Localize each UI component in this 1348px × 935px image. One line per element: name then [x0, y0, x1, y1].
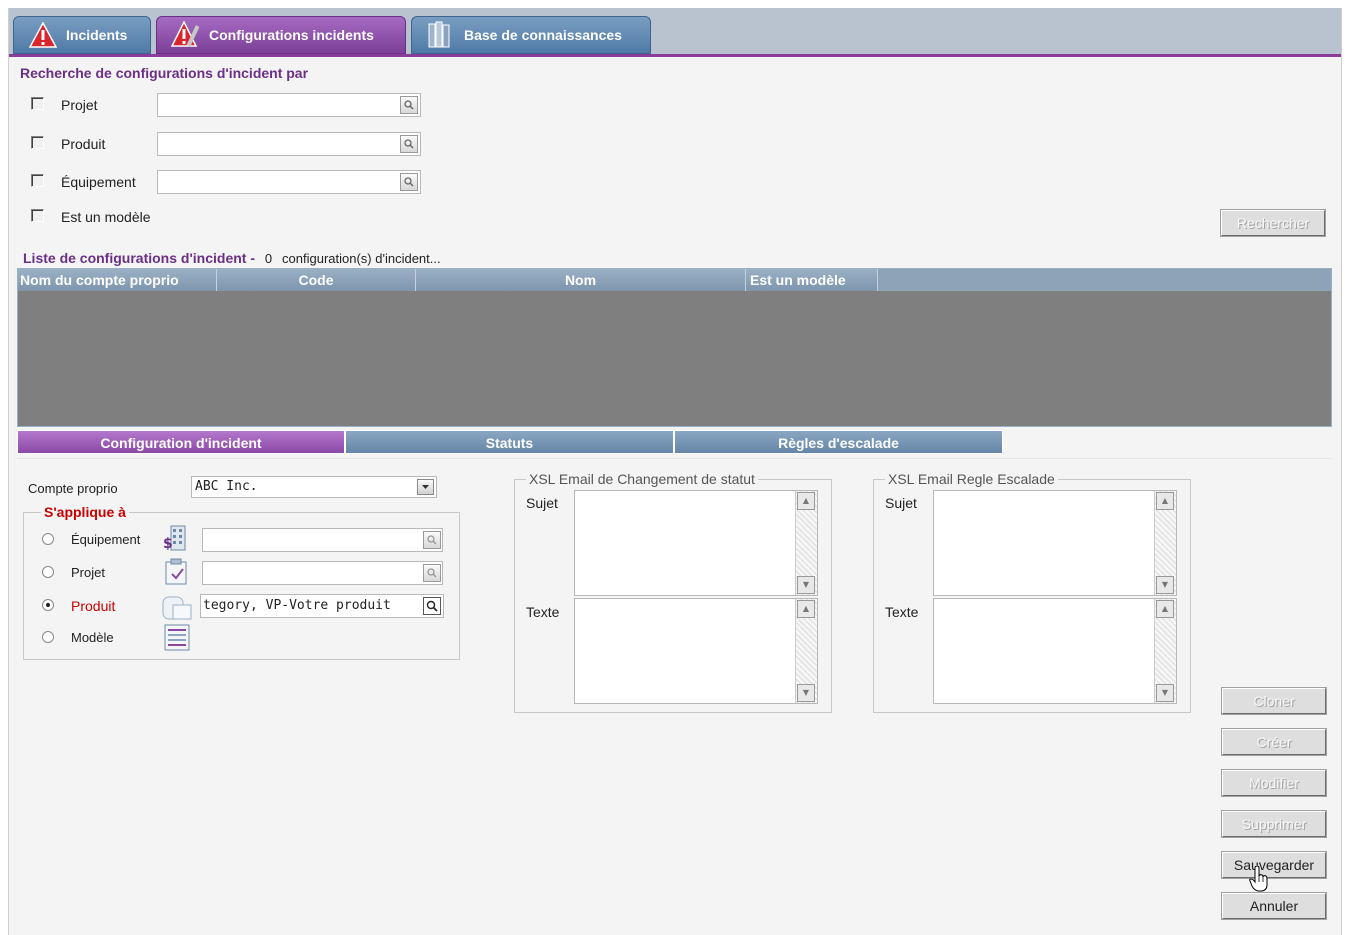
owner-select[interactable]: ABC Inc.: [191, 476, 437, 498]
equipement-search-field[interactable]: [157, 170, 421, 194]
owner-select-value: ABC Inc.: [195, 479, 258, 494]
column-header[interactable]: Est un modèle: [746, 269, 878, 291]
product-icon: [161, 591, 192, 620]
list-header: Liste de configurations d'incident - 0 c…: [23, 250, 441, 266]
projet-radio[interactable]: [42, 566, 54, 578]
delete-button[interactable]: Supprimer: [1221, 810, 1327, 838]
list-title: Liste de configurations d'incident -: [23, 250, 256, 266]
xsl-escalation-text-textarea[interactable]: ▲ ▼: [933, 598, 1177, 704]
table-header: Nom du compte proprio Code Nom Est un mo…: [18, 269, 1331, 291]
incident-config-table[interactable]: Nom du compte proprio Code Nom Est un mo…: [17, 268, 1332, 427]
xsl-status-text-label: Texte: [526, 604, 560, 620]
projet-checkbox[interactable]: [31, 97, 44, 110]
scroll-down-icon[interactable]: ▼: [1156, 684, 1174, 702]
modele-radio[interactable]: [42, 631, 54, 643]
hand-cursor-icon: [1249, 865, 1269, 892]
produit-field[interactable]: tegory, VP-Votre produit: [200, 594, 444, 618]
xsl-escalation-subject-label: Sujet: [885, 495, 917, 511]
column-header[interactable]: Nom du compte proprio: [18, 269, 217, 291]
produit-checkbox[interactable]: [31, 136, 44, 149]
equipement-label: Équipement: [61, 174, 136, 190]
tab-label: Base de connaissances: [464, 27, 622, 43]
applies-to-legend: S'applique à: [41, 504, 129, 520]
equipement-radio[interactable]: [42, 533, 54, 545]
owner-label: Compte proprio: [28, 481, 118, 496]
equipement-field[interactable]: [202, 528, 443, 552]
projet-search-field[interactable]: [157, 93, 421, 117]
xsl-status-text-textarea[interactable]: ▲ ▼: [574, 598, 818, 704]
xsl-escalation-text-label: Texte: [885, 604, 919, 620]
list-count-suffix: configuration(s) d'incident...: [282, 251, 441, 266]
save-button[interactable]: Sauvegarder: [1221, 851, 1327, 879]
scrollbar[interactable]: ▲ ▼: [795, 599, 817, 703]
column-header[interactable]: Code: [217, 269, 416, 291]
create-button[interactable]: Créer: [1221, 728, 1327, 756]
template-icon: [163, 623, 191, 651]
projet-field[interactable]: [202, 561, 443, 585]
list-count: 0: [264, 251, 273, 266]
scrollbar[interactable]: ▲ ▼: [795, 491, 817, 595]
tab-label: Incidents: [66, 27, 128, 43]
produit-label: Produit: [61, 136, 106, 152]
tab-label: Configurations incidents: [209, 27, 374, 43]
projet-option-label: Projet: [71, 565, 105, 580]
scroll-down-icon[interactable]: ▼: [797, 576, 815, 594]
equipement-checkbox[interactable]: [31, 174, 44, 187]
subtab-statuts[interactable]: Statuts: [345, 430, 674, 454]
search-title: Recherche de configurations d'incident p…: [20, 65, 309, 81]
subtab-regles-escalade[interactable]: Règles d'escalade: [674, 430, 1003, 454]
search-icon[interactable]: [423, 531, 441, 549]
tab-incidents[interactable]: Incidents: [13, 16, 151, 54]
xsl-status-legend: XSL Email de Changement de statut: [526, 471, 758, 487]
cancel-button[interactable]: Annuler: [1221, 892, 1327, 920]
search-icon[interactable]: [423, 597, 441, 615]
clone-button[interactable]: Cloner: [1221, 687, 1327, 715]
scroll-down-icon[interactable]: ▼: [1156, 576, 1174, 594]
warning-icon: [28, 20, 58, 50]
column-header[interactable]: Nom: [416, 269, 746, 291]
xsl-status-subject-textarea[interactable]: ▲ ▼: [574, 490, 818, 596]
books-icon: [426, 20, 456, 50]
scrollbar[interactable]: ▲ ▼: [1154, 599, 1176, 703]
template-checkbox[interactable]: [31, 209, 44, 222]
scrollbar[interactable]: ▲ ▼: [1154, 491, 1176, 595]
search-icon[interactable]: [423, 564, 441, 582]
scroll-up-icon[interactable]: ▲: [797, 492, 815, 510]
scroll-down-icon[interactable]: ▼: [797, 684, 815, 702]
xsl-escalation-subject-textarea[interactable]: ▲ ▼: [933, 490, 1177, 596]
produit-radio[interactable]: [42, 599, 54, 611]
projet-label: Projet: [61, 97, 98, 113]
search-icon[interactable]: [400, 96, 418, 114]
tab-base-de-connaissances[interactable]: Base de connaissances: [411, 16, 651, 54]
produit-option-label: Produit: [71, 598, 116, 614]
produit-search-field[interactable]: [157, 132, 421, 156]
scroll-up-icon[interactable]: ▲: [1156, 600, 1174, 618]
equipement-option-label: Équipement: [71, 532, 141, 547]
scroll-up-icon[interactable]: ▲: [797, 600, 815, 618]
subtab-configuration[interactable]: Configuration d'incident: [17, 430, 345, 454]
xsl-status-subject-label: Sujet: [526, 495, 558, 511]
search-icon[interactable]: [400, 173, 418, 191]
tab-configurations-incidents[interactable]: Configurations incidents: [156, 16, 406, 54]
xsl-escalation-legend: XSL Email Regle Escalade: [885, 471, 1058, 487]
template-label: Est un modèle: [61, 209, 151, 225]
scroll-up-icon[interactable]: ▲: [1156, 492, 1174, 510]
modify-button[interactable]: Modifier: [1221, 769, 1327, 797]
chevron-down-icon[interactable]: [417, 479, 434, 495]
app-frame: Incidents Configurations incidents Base …: [8, 8, 1342, 935]
search-button[interactable]: Rechercher: [1220, 209, 1326, 237]
modele-option-label: Modèle: [71, 630, 114, 645]
svg-text:$: $: [163, 536, 173, 552]
warning-tools-icon: [171, 20, 201, 50]
equipment-icon: $: [163, 524, 191, 552]
search-icon[interactable]: [400, 135, 418, 153]
project-icon: [163, 558, 191, 586]
